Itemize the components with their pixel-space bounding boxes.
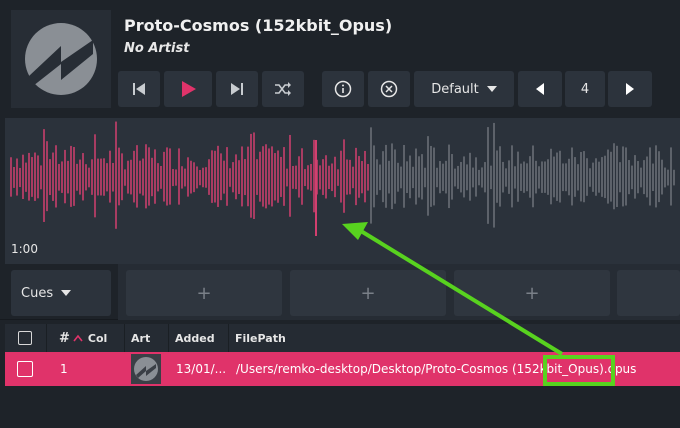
counter-display: 4 xyxy=(565,71,605,107)
preset-select[interactable]: Default xyxy=(414,71,514,107)
sort-ascending-icon xyxy=(73,334,83,342)
shuffle-icon xyxy=(275,82,291,96)
skip-back-icon xyxy=(133,83,145,95)
annotation-highlight-box xyxy=(543,355,615,386)
play-icon xyxy=(182,81,196,97)
cue-slot-1[interactable]: + xyxy=(126,270,282,316)
add-icon: + xyxy=(524,282,540,304)
thumbnail-logo-icon xyxy=(131,354,161,384)
row-number: 1 xyxy=(60,362,68,376)
clear-button[interactable] xyxy=(368,71,410,107)
chevron-down-icon xyxy=(486,86,497,92)
row-checkbox[interactable] xyxy=(17,361,33,377)
info-button[interactable] xyxy=(322,71,364,107)
select-all-checkbox[interactable] xyxy=(18,331,32,345)
cue-slot-2[interactable]: + xyxy=(290,270,446,316)
column-filepath-label: FilePath xyxy=(235,331,286,345)
cue-slot-3[interactable]: + xyxy=(454,270,610,316)
time-label: 1:00 xyxy=(11,242,38,256)
column-filepath[interactable]: FilePath xyxy=(229,324,680,352)
triangle-right-icon xyxy=(626,83,634,95)
select-all-cell[interactable] xyxy=(5,324,47,352)
info-icon xyxy=(334,80,352,98)
cues-select[interactable]: Cues xyxy=(11,270,111,316)
row-art xyxy=(131,352,161,386)
cues-select-label: Cues xyxy=(21,285,54,301)
next-button[interactable] xyxy=(216,71,258,107)
column-added-label: Added xyxy=(175,331,215,345)
increment-button[interactable] xyxy=(608,71,652,107)
cue-slot-4[interactable] xyxy=(617,270,680,316)
preset-select-label: Default xyxy=(431,81,479,97)
column-number-col[interactable]: # Col xyxy=(47,324,125,352)
cover-logo-icon xyxy=(25,23,97,95)
skip-forward-icon xyxy=(231,83,243,95)
album-art xyxy=(11,10,111,108)
row-added: 13/01/... xyxy=(176,362,227,376)
track-artist: No Artist xyxy=(124,41,190,56)
close-circle-icon xyxy=(380,80,398,98)
track-title: Proto-Cosmos (152kbit_Opus) xyxy=(124,16,393,35)
row-checkbox-cell[interactable] xyxy=(17,352,33,386)
waveform[interactable] xyxy=(5,118,680,264)
waveform-graphic[interactable] xyxy=(5,118,680,264)
shuffle-button[interactable] xyxy=(262,71,304,107)
table-empty-area xyxy=(5,386,680,428)
previous-button[interactable] xyxy=(118,71,160,107)
column-col[interactable]: Col xyxy=(88,332,107,345)
counter-value: 4 xyxy=(580,81,590,97)
table-header: # Col Art Added FilePath xyxy=(5,324,680,352)
decrement-button[interactable] xyxy=(518,71,562,107)
column-number[interactable]: # xyxy=(59,331,70,346)
column-art-label: Art xyxy=(131,331,151,345)
column-added[interactable]: Added xyxy=(169,324,229,352)
add-icon: + xyxy=(196,282,212,304)
column-art[interactable]: Art xyxy=(125,324,169,352)
chevron-down-icon xyxy=(61,290,72,296)
triangle-left-icon xyxy=(536,83,544,95)
play-button[interactable] xyxy=(164,71,212,107)
add-icon: + xyxy=(360,282,376,304)
